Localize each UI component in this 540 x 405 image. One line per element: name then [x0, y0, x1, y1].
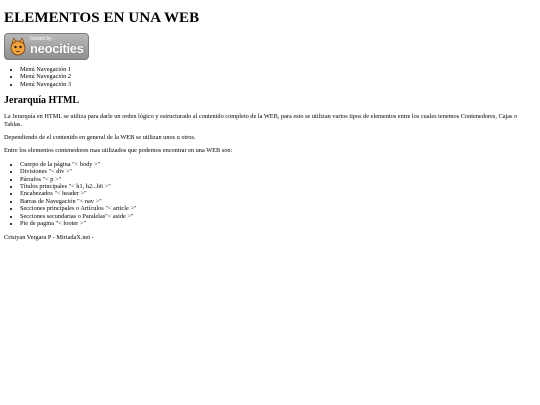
navigation-menu: Menú Navegación 1 Menú Navegación 2 Menú…	[4, 66, 536, 88]
list-item: Cuerpo de la página "< body >"	[20, 161, 536, 168]
neocities-badge-link[interactable]: hosted by neocities	[4, 33, 89, 60]
usage-paragraph: Dependiendo de el contenido en general d…	[4, 134, 196, 142]
list-item: Títulos principales "< h1, h2...h6 >"	[20, 183, 536, 190]
container-elements-list: Cuerpo de la página "< body >" Divisione…	[4, 161, 536, 228]
list-item: Divisiones "< div >"	[20, 168, 536, 175]
page: ELEMENTOS EN UNA WEB hosted by neocities…	[0, 0, 540, 241]
list-item: Barras de Navegación "< nav >"	[20, 198, 536, 205]
nav-item-2[interactable]: Menú Navegación 2	[20, 73, 536, 80]
list-item: Encabezados "< header >"	[20, 190, 536, 197]
intro-paragraph: La Jerarquía en HTML se utiliza para dar…	[4, 113, 518, 128]
section-heading: Jerarquía HTML	[4, 95, 80, 107]
list-item: Secciones principales o Artículos "< art…	[20, 205, 536, 212]
list-item: Secciones secundarias o Paralelas"< asid…	[20, 213, 536, 220]
nav-item-1[interactable]: Menú Navegación 1	[20, 66, 536, 73]
list-item: Pie de pagina "< footer >"	[20, 220, 536, 227]
badge-brand-text: neocities	[30, 41, 84, 56]
page-footer: Cristyan Vergara P - MiriadaX.net -	[4, 233, 94, 241]
neocities-cat-icon	[10, 37, 26, 56]
page-title: ELEMENTOS EN UNA WEB	[4, 10, 200, 26]
list-intro-paragraph: Entre los elementos contenedores mas uti…	[4, 147, 233, 155]
list-item: Párrafos "< p >"	[20, 176, 536, 183]
nav-item-3[interactable]: Menú Navegación 3	[20, 81, 536, 88]
